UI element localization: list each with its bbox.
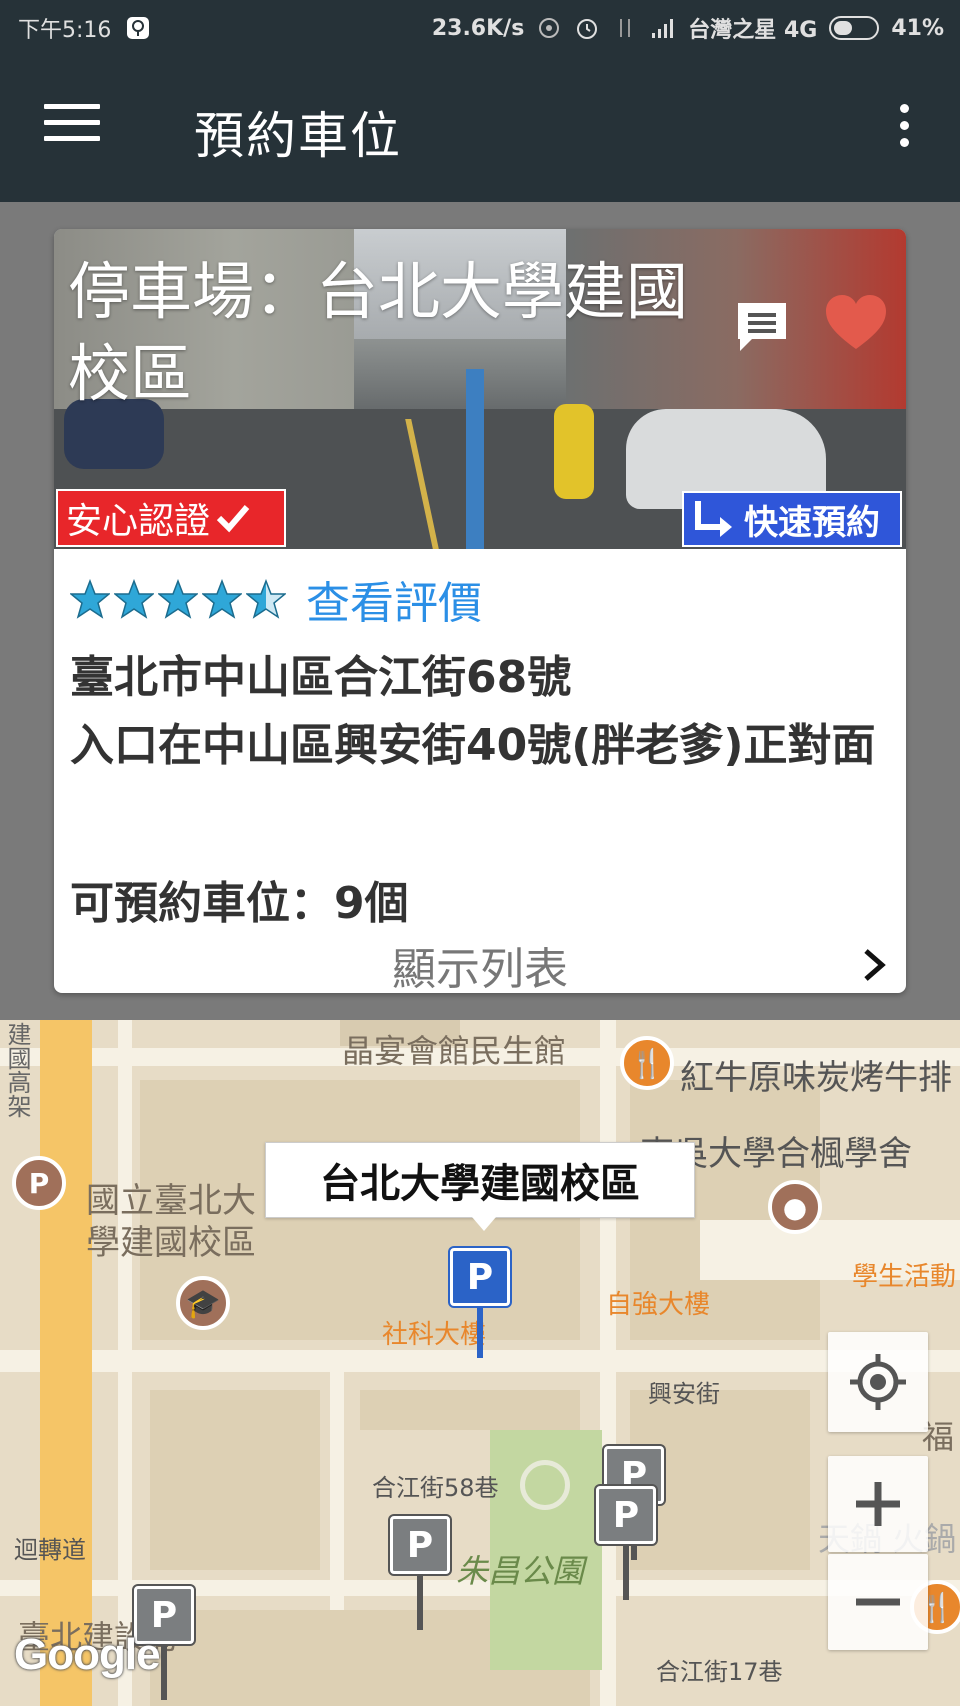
star-icon bbox=[202, 579, 242, 619]
minus-icon bbox=[856, 1598, 900, 1606]
map-label-jingyan: 晶宴會館民生館 bbox=[342, 1032, 567, 1070]
parking-pin-label: P bbox=[450, 1248, 510, 1306]
battery-icon bbox=[829, 16, 880, 40]
safe-certified-label: 安心認證 bbox=[66, 501, 211, 542]
parking-lot-card[interactable]: 停車場：台北大學建國校區 安心認證 快速預約 查看評價 臺北市中山區合江街68號… bbox=[54, 229, 906, 993]
carrier-label: 台灣之星 4G bbox=[688, 18, 818, 43]
map-label-ziqiang: 自強大樓 bbox=[606, 1290, 711, 1320]
checkmark-icon bbox=[216, 505, 250, 533]
parking-pin[interactable]: P bbox=[390, 1516, 450, 1630]
available-slots: 可預約車位： 9個 bbox=[70, 867, 409, 931]
quick-reserve-label: 快速預約 bbox=[744, 502, 880, 543]
star-rating bbox=[70, 579, 286, 619]
map-label-huizhuan: 迴轉道 bbox=[14, 1536, 86, 1564]
show-list-button[interactable]: 顯示列表 bbox=[54, 934, 906, 993]
map-label-ntpu: 國立臺北大學建國校區 bbox=[86, 1181, 256, 1263]
map-label-jianguo: 建國高架 bbox=[3, 1022, 31, 1118]
parking-lot-photo: 停車場：台北大學建國校區 安心認證 快速預約 bbox=[54, 229, 906, 549]
place-poi-icon[interactable]: ● bbox=[768, 1180, 822, 1234]
school-poi-icon[interactable]: 🎓 bbox=[176, 1276, 230, 1330]
map-label-student: 學生活動 bbox=[852, 1262, 957, 1292]
chevron-right-icon[interactable] bbox=[860, 947, 888, 983]
available-slots-count: 9個 bbox=[334, 878, 409, 929]
parking-address: 臺北市中山區合江街68號 bbox=[70, 652, 572, 703]
star-icon bbox=[70, 579, 110, 619]
status-bar: 下午5:16 23.6K/s 台灣之星 4G 41% bbox=[0, 0, 960, 54]
rating-row: 查看評價 bbox=[70, 567, 482, 631]
parking-poi-icon[interactable]: P bbox=[12, 1156, 66, 1210]
parking-pin-label: P bbox=[390, 1516, 450, 1574]
parking-pin[interactable]: P bbox=[596, 1486, 656, 1600]
map-label-hejiang17: 合江街17巷 bbox=[656, 1658, 783, 1686]
map-label-hejiang58: 合江街58巷 bbox=[372, 1474, 499, 1502]
plus-icon bbox=[856, 1482, 900, 1526]
zoom-out-button[interactable] bbox=[828, 1554, 928, 1650]
available-slots-label: 可預約車位： bbox=[70, 878, 334, 929]
selected-lot-callout-label: 台北大學建國校區 bbox=[320, 1161, 640, 1207]
safe-certified-badge: 安心認證 bbox=[56, 489, 286, 547]
menu-icon[interactable] bbox=[44, 104, 100, 148]
battery-percent: 41% bbox=[891, 15, 944, 41]
show-list-label: 顯示列表 bbox=[392, 944, 568, 993]
half-star-icon bbox=[246, 579, 286, 619]
data-arrows-icon bbox=[620, 19, 631, 37]
network-speed: 23.6K/s bbox=[431, 15, 525, 41]
comment-icon[interactable] bbox=[734, 299, 790, 357]
map-label-hongniu: 紅牛原味炭烤牛排 bbox=[680, 1058, 952, 1098]
map-view[interactable]: 建國高架 晶宴會館民生館 紅牛原味炭烤牛排 東吳大學合楓學舍 國立臺北大學建國校… bbox=[0, 1020, 960, 1706]
notification-app-icon bbox=[127, 17, 150, 39]
app-bar: 預約車位 bbox=[0, 54, 960, 202]
turn-arrow-icon bbox=[695, 501, 732, 537]
entrance-description: 入口在中山區興安街40號(胖老爹)正對面 bbox=[70, 720, 876, 771]
star-icon bbox=[114, 579, 154, 619]
status-time: 下午5:16 bbox=[18, 18, 112, 43]
map-label-xingan: 興安街 bbox=[648, 1380, 720, 1408]
favorite-heart-icon[interactable] bbox=[824, 293, 888, 353]
zoom-in-button[interactable] bbox=[828, 1456, 928, 1552]
view-reviews-link[interactable]: 查看評價 bbox=[306, 567, 482, 631]
signal-icon bbox=[652, 19, 674, 38]
quick-reserve-button[interactable]: 快速預約 bbox=[682, 491, 902, 547]
restaurant-poi-icon[interactable]: 🍴 bbox=[620, 1036, 674, 1090]
more-options-icon[interactable] bbox=[894, 104, 914, 154]
selected-lot-callout[interactable]: 台北大學建國校區 bbox=[265, 1142, 695, 1231]
page-title: 預約車位 bbox=[194, 107, 402, 165]
parking-pin-selected[interactable]: P bbox=[450, 1248, 510, 1358]
star-icon bbox=[158, 579, 198, 619]
alarm-icon bbox=[577, 19, 598, 39]
my-location-button[interactable] bbox=[828, 1332, 928, 1432]
google-logo: Google bbox=[14, 1630, 161, 1679]
parking-lot-title: 停車場：台北大學建國校區 bbox=[68, 255, 689, 410]
hotspot-icon bbox=[539, 18, 560, 38]
parking-pin-label: P bbox=[596, 1486, 656, 1544]
elevated-highway bbox=[40, 1020, 92, 1706]
map-label-zhuchang: 朱昌公園 bbox=[456, 1552, 585, 1590]
crosshair-icon bbox=[850, 1354, 906, 1410]
